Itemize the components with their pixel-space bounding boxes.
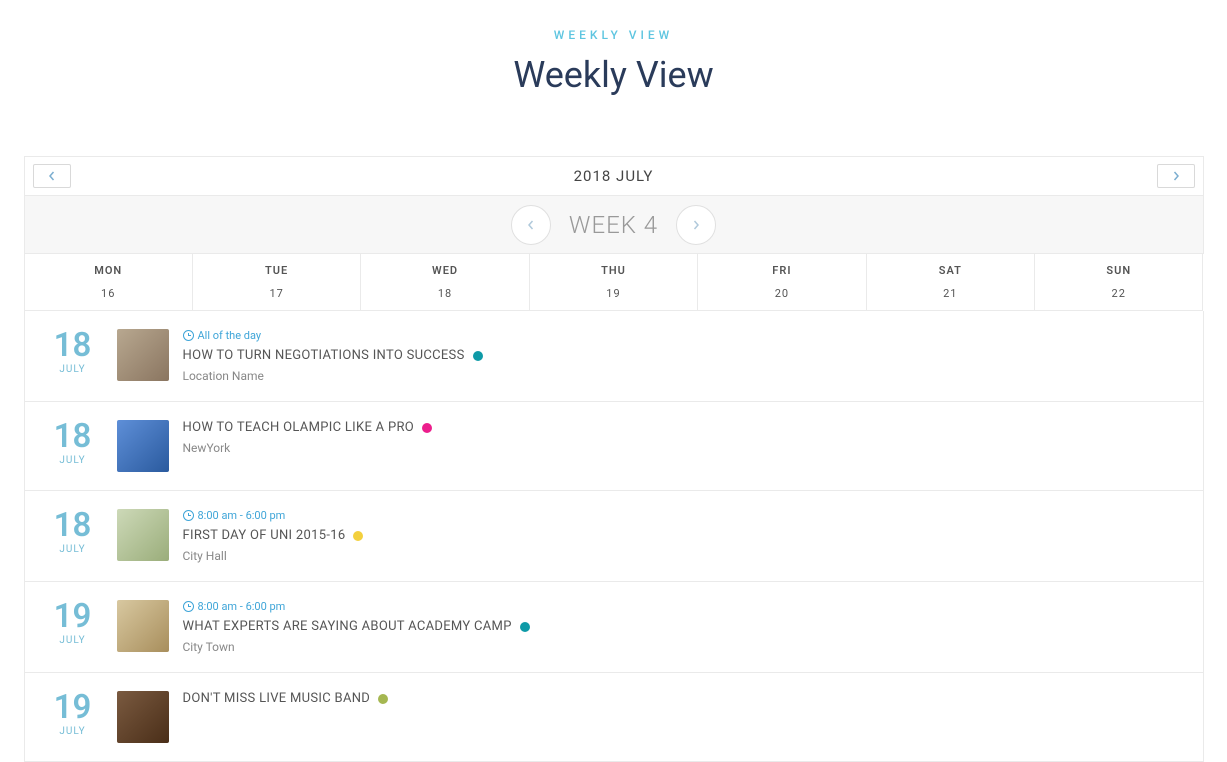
event-row[interactable]: 19 JULY 8:00 am - 6:00 pm WHAT EXPERTS ARE … [25,582,1203,673]
day-name: SAT [867,264,1034,277]
event-title-row: FIRST DAY OF UNI 2015-16 [183,528,1185,543]
week-bar: WEEK 4 [24,196,1204,254]
day-name: THU [530,264,697,277]
category-dot-icon [520,622,530,632]
event-title-row: DON'T MISS LIVE MUSIC BAND [183,691,1185,706]
event-day-number: 19 [43,691,103,724]
month-bar: 2018 JULY [24,156,1204,196]
event-time-row: 8:00 am - 6:00 pm [183,600,1185,613]
event-row[interactable]: 18 JULY 8:00 am - 6:00 pm FIRST DAY OF UNI … [25,491,1203,582]
clock-icon [183,510,194,521]
week-label: WEEK 4 [569,211,658,239]
day-name: MON [25,264,192,277]
event-title: HOW TO TURN NEGOTIATIONS INTO SUCCESS [183,348,465,363]
event-row[interactable]: 18 JULY HOW TO TEACH OLAMPIC LIKE A PRO New… [25,402,1203,491]
event-thumbnail [117,509,169,561]
event-date: 18 JULY [43,329,103,375]
event-location: NewYork [183,441,1185,455]
day-cell[interactable]: WED 18 [361,254,529,311]
event-body: All of the day HOW TO TURN NEGOTIATIONS I… [183,329,1185,383]
event-day-number: 19 [43,600,103,633]
clock-icon [183,601,194,612]
event-month: JULY [43,364,103,375]
day-cell[interactable]: SAT 21 [867,254,1035,311]
day-name: SUN [1035,264,1202,277]
category-dot-icon [422,423,432,433]
event-title: FIRST DAY OF UNI 2015-16 [183,528,346,543]
event-date: 18 JULY [43,509,103,555]
day-number: 19 [530,287,697,300]
day-name: TUE [193,264,360,277]
event-time: 8:00 am - 6:00 pm [198,509,286,522]
chevron-left-icon [47,171,57,181]
event-day-number: 18 [43,509,103,542]
day-cell[interactable]: FRI 20 [698,254,866,311]
event-day-number: 18 [43,420,103,453]
event-location: City Town [183,640,1185,654]
event-time-row: 8:00 am - 6:00 pm [183,509,1185,522]
event-title-row: HOW TO TEACH OLAMPIC LIKE A PRO [183,420,1185,435]
next-week-button[interactable] [676,205,716,245]
day-cell[interactable]: MON 16 [25,254,193,311]
event-row[interactable]: 19 JULY DON'T MISS LIVE MUSIC BAND [25,673,1203,761]
days-row: MON 16TUE 17WED 18THU 19FRI 20SAT 21SUN 22 [24,254,1204,311]
next-month-button[interactable] [1157,164,1195,188]
event-title-row: HOW TO TURN NEGOTIATIONS INTO SUCCESS [183,348,1185,363]
event-month: JULY [43,544,103,555]
page-title: Weekly View [24,54,1204,96]
day-cell[interactable]: TUE 17 [193,254,361,311]
day-number: 17 [193,287,360,300]
event-title: WHAT EXPERTS ARE SAYING ABOUT ACADEMY CA… [183,619,512,634]
event-date: 19 JULY [43,600,103,646]
event-date: 19 JULY [43,691,103,737]
day-cell[interactable]: SUN 22 [1035,254,1203,311]
event-thumbnail [117,691,169,743]
day-name: WED [361,264,528,277]
event-day-number: 18 [43,329,103,362]
event-month: JULY [43,635,103,646]
event-location: City Hall [183,549,1185,563]
event-title: HOW TO TEACH OLAMPIC LIKE A PRO [183,420,415,435]
category-dot-icon [473,351,483,361]
page-container: WEEKLY VIEW Weekly View 2018 JULY WEEK 4… [24,0,1204,762]
event-month: JULY [43,726,103,737]
day-name: FRI [698,264,865,277]
event-time-row: All of the day [183,329,1185,342]
event-time: 8:00 am - 6:00 pm [198,600,286,613]
day-number: 20 [698,287,865,300]
event-body: HOW TO TEACH OLAMPIC LIKE A PRO NewYork [183,420,1185,455]
event-thumbnail [117,420,169,472]
day-number: 18 [361,287,528,300]
chevron-right-icon [691,220,701,230]
chevron-left-icon [526,220,536,230]
event-location: Location Name [183,369,1185,383]
day-number: 16 [25,287,192,300]
event-month: JULY [43,455,103,466]
prev-week-button[interactable] [511,205,551,245]
prev-month-button[interactable] [33,164,71,188]
day-number: 21 [867,287,1034,300]
chevron-right-icon [1171,171,1181,181]
event-thumbnail [117,600,169,652]
event-body: 8:00 am - 6:00 pm WHAT EXPERTS ARE SAYING… [183,600,1185,654]
event-title-row: WHAT EXPERTS ARE SAYING ABOUT ACADEMY CA… [183,619,1185,634]
event-title: DON'T MISS LIVE MUSIC BAND [183,691,371,706]
events-list: 18 JULY All of the day HOW TO TURN NEGOTIAT… [24,311,1204,762]
event-time: All of the day [198,329,262,342]
category-dot-icon [353,531,363,541]
day-cell[interactable]: THU 19 [530,254,698,311]
event-body: DON'T MISS LIVE MUSIC BAND [183,691,1185,712]
category-dot-icon [378,694,388,704]
event-row[interactable]: 18 JULY All of the day HOW TO TURN NEGOTIAT… [25,311,1203,402]
event-date: 18 JULY [43,420,103,466]
event-thumbnail [117,329,169,381]
event-body: 8:00 am - 6:00 pm FIRST DAY OF UNI 2015-1… [183,509,1185,563]
page-subtitle: WEEKLY VIEW [24,28,1204,42]
day-number: 22 [1035,287,1202,300]
month-label: 2018 JULY [25,167,1203,185]
clock-icon [183,330,194,341]
